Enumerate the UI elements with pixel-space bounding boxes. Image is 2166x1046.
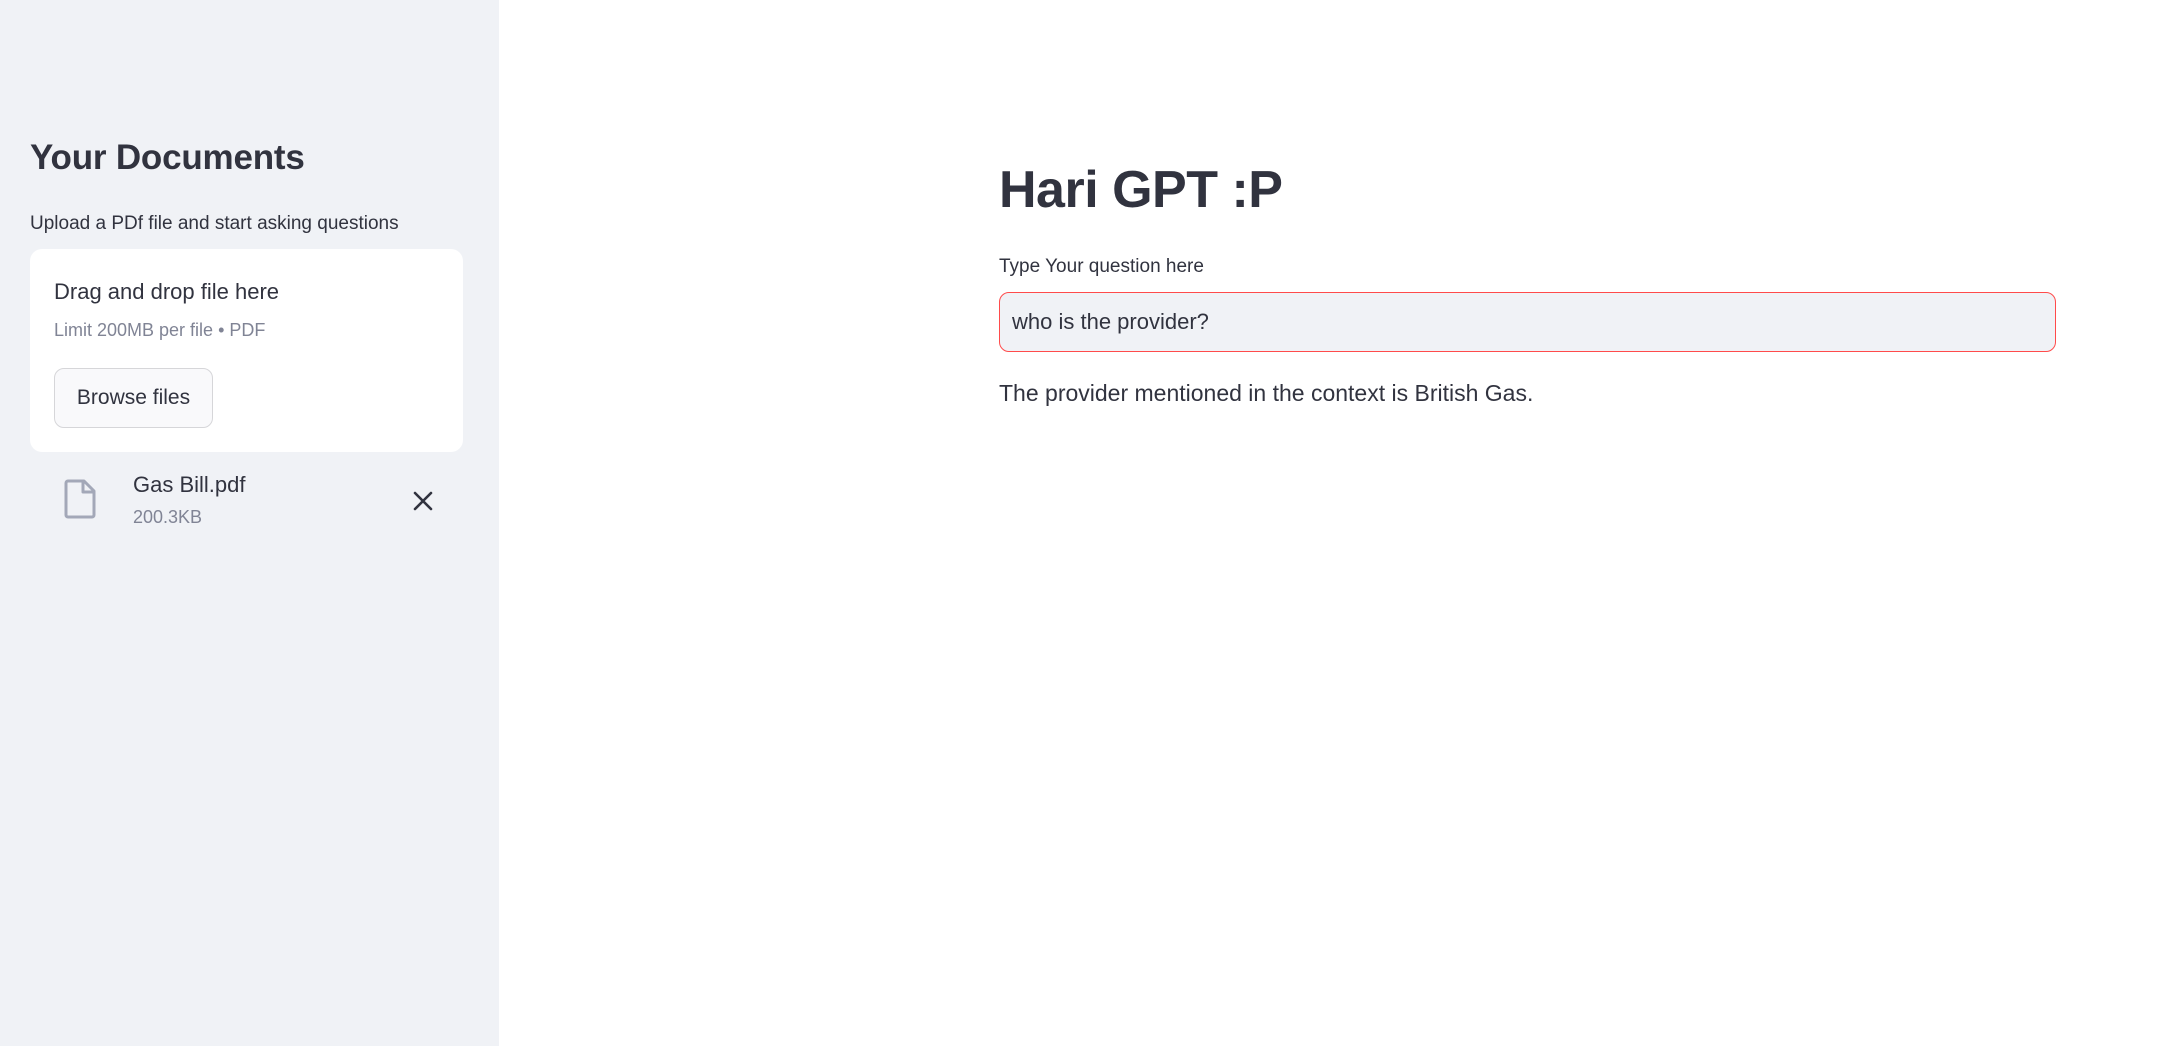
browse-files-button[interactable]: Browse files [54, 368, 213, 428]
page-title: Hari GPT :P [999, 161, 1283, 219]
file-size: 200.3KB [133, 507, 203, 527]
file-icon [64, 479, 96, 519]
sidebar-title: Your Documents [30, 138, 305, 177]
dropzone-limit-text: Limit 200MB per file • PDF [54, 320, 266, 340]
dropzone-title: Drag and drop file here [54, 279, 280, 304]
uploaded-file-item: Gas Bill.pdf 200.3KB [30, 462, 463, 540]
file-name: Gas Bill.pdf [133, 472, 246, 497]
file-dropzone[interactable]: Drag and drop file here Limit 200MB per … [30, 249, 463, 452]
sidebar-subtitle: Upload a PDf file and start asking quest… [30, 213, 399, 234]
question-input[interactable] [999, 292, 2056, 352]
close-icon[interactable] [406, 484, 440, 518]
app-root: Your Documents Upload a PDf file and sta… [0, 0, 2166, 1046]
question-label: Type Your question here [999, 256, 1204, 277]
answer-text: The provider mentioned in the context is… [999, 380, 1534, 406]
sidebar: Your Documents Upload a PDf file and sta… [0, 0, 499, 1046]
